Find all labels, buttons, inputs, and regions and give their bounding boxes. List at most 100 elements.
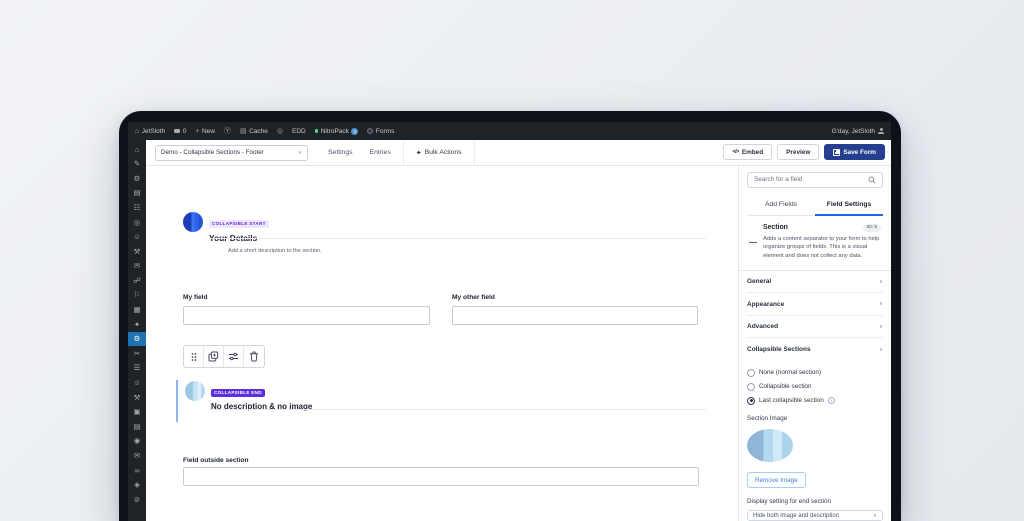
sidebar-item[interactable]: ◈ [128,478,146,493]
form-switcher-dropdown[interactable]: Demo - Collapsible Sections - Footer ∨ [155,145,308,161]
radio-collapsible-section[interactable]: Collapsible section [747,383,883,391]
accordion-general[interactable]: General ∨ [747,271,883,294]
tab-settings[interactable]: Settings [328,149,353,156]
sidebar-item[interactable]: ▦ [128,303,146,318]
section-end-image [185,381,205,401]
tab-add-fields[interactable]: Add Fields [747,196,815,215]
admin-bar-account[interactable]: G'day, JetSloth [832,128,884,135]
field-label: My other field [452,294,698,301]
field-label: Field outside section [183,457,249,464]
text-input[interactable] [183,467,699,486]
admin-bar-item[interactable]: +New [195,128,215,135]
sidebar-item[interactable]: ☍ [128,273,146,288]
nitropack-status-icon [315,129,319,133]
sidebar-item[interactable]: ☷ [128,200,146,215]
admin-bar-item[interactable]: 0 [174,128,186,135]
sidebar-item-active[interactable]: ⚙ [128,332,146,347]
admin-bar-item[interactable]: ◎ [277,128,283,135]
admin-bar-item[interactable]: Ⓨ [224,128,231,135]
display-setting-select[interactable]: Hide both image and description ∨ [747,510,883,521]
bulk-actions-button[interactable]: ✦ Bulk Actions [416,149,462,157]
embed-label: Embed [742,149,763,156]
admin-bar-item[interactable]: ▤Cache [240,128,268,135]
sidebar-item[interactable]: ⚒ [128,244,146,259]
tab-entries[interactable]: Entries [370,149,391,156]
comments-icon [174,129,180,134]
sidebar-item[interactable]: ✦ [128,317,146,332]
save-form-button[interactable]: Save Form [824,144,885,160]
sidebar-item[interactable]: ✂ [128,346,146,361]
sidebar-item[interactable]: ▣ [128,405,146,420]
sidebar-item[interactable]: ⚐ [128,288,146,303]
save-icon [833,149,840,156]
display-setting-value: Hide both image and description [753,513,839,519]
search-icon [868,176,876,184]
sidebar-item[interactable]: ◉ [128,434,146,449]
admin-bar-item-label: Forms [376,128,394,135]
embed-button[interactable]: </> Embed [723,144,772,160]
section-end-field[interactable]: COLLAPSIBLE END No description & no imag… [185,381,312,411]
field-my-other-field[interactable]: My other field [452,294,698,325]
chevron-down-icon: ∨ [298,150,302,156]
preview-label: Preview [786,149,810,156]
admin-bar-item-label: NitroPack [321,128,349,135]
wp-admin-bar: ⌂JetSloth 0 +New Ⓨ ▤Cache ◎ EDD NitroPack3 Forms… [128,122,891,140]
radio-selected-icon [747,397,755,405]
admin-bar-item[interactable]: NitroPack3 [315,128,359,135]
field-actions-toolbar [183,345,265,368]
bulk-actions-label: Bulk Actions [425,149,462,156]
sidebar-item[interactable]: ⚒ [128,390,146,405]
settings-sliders-icon[interactable] [224,346,244,367]
sidebar-item[interactable]: ◎ [128,215,146,230]
radio-none-normal-section[interactable]: None (normal section) [747,369,883,377]
chevron-down-icon: ∨ [879,279,883,285]
sidebar-item[interactable]: ✉ [128,259,146,274]
sidebar-item[interactable]: ⊘ [128,492,146,507]
section-type-radios: None (normal section) Collapsible sectio… [747,369,883,405]
save-label: Save Form [843,149,876,156]
field-search[interactable] [747,172,883,188]
accordion-advanced[interactable]: Advanced ∨ [747,316,883,339]
plugin-badge-icon: ◎ [277,128,283,135]
duplicate-icon[interactable] [204,346,224,367]
sidebar-item[interactable]: ▤ [128,186,146,201]
code-brackets-icon: </> [732,149,738,155]
info-icon[interactable]: i [828,397,835,404]
sidebar-item[interactable]: ✉ [128,448,146,463]
form-editor-toolbar: Demo - Collapsible Sections - Footer ∨ S… [146,140,891,166]
admin-bar-item-label: JetSloth [142,128,166,135]
radio-last-collapsible-section[interactable]: Last collapsible section i [747,397,883,405]
toolbar-divider [474,140,475,165]
text-input[interactable] [452,306,698,325]
wp-home-icon: ⌂ [135,128,139,135]
admin-bar-item[interactable]: ⌂JetSloth [135,128,165,135]
admin-bar-item[interactable]: Forms [367,128,394,135]
tab-field-settings[interactable]: Field Settings [815,196,883,216]
trash-icon[interactable] [244,346,264,367]
form-switcher-value: Demo - Collapsible Sections - Footer [161,149,264,156]
field-type-description: Adds a content separator to your form to… [763,235,881,261]
sidebar-item[interactable]: ☺ [128,376,146,391]
section-image-preview [747,429,793,462]
preview-button[interactable]: Preview [777,144,819,160]
accordion-appearance[interactable]: Appearance ∨ [747,293,883,316]
greeting-text: G'day, JetSloth [832,128,875,135]
sidebar-item[interactable]: ✎ [128,157,146,172]
sidebar-item[interactable]: ∞ [128,463,146,478]
drag-handle-icon[interactable] [184,346,204,367]
field-my-field[interactable]: My field [183,294,430,325]
admin-bar-item[interactable]: EDD [292,128,306,135]
chevron-down-icon: ∨ [879,301,883,307]
search-input[interactable] [754,176,864,183]
sidebar-item[interactable]: ☰ [128,361,146,376]
sidebar-item[interactable]: ⚙ [128,171,146,186]
field-label: My field [183,294,430,301]
accordion-collapsible-sections[interactable]: Collapsible Sections ∧ [747,338,883,361]
sidebar-item[interactable]: ▤ [128,419,146,434]
admin-bar-item-label: 0 [183,128,187,135]
text-input[interactable] [183,306,430,325]
sidebar-item[interactable]: ☺ [128,230,146,245]
sidebar-item[interactable]: ⌂ [128,142,146,157]
section-start-description: Add a short description to the section. [228,248,322,254]
remove-image-button[interactable]: Remove Image [747,472,806,488]
